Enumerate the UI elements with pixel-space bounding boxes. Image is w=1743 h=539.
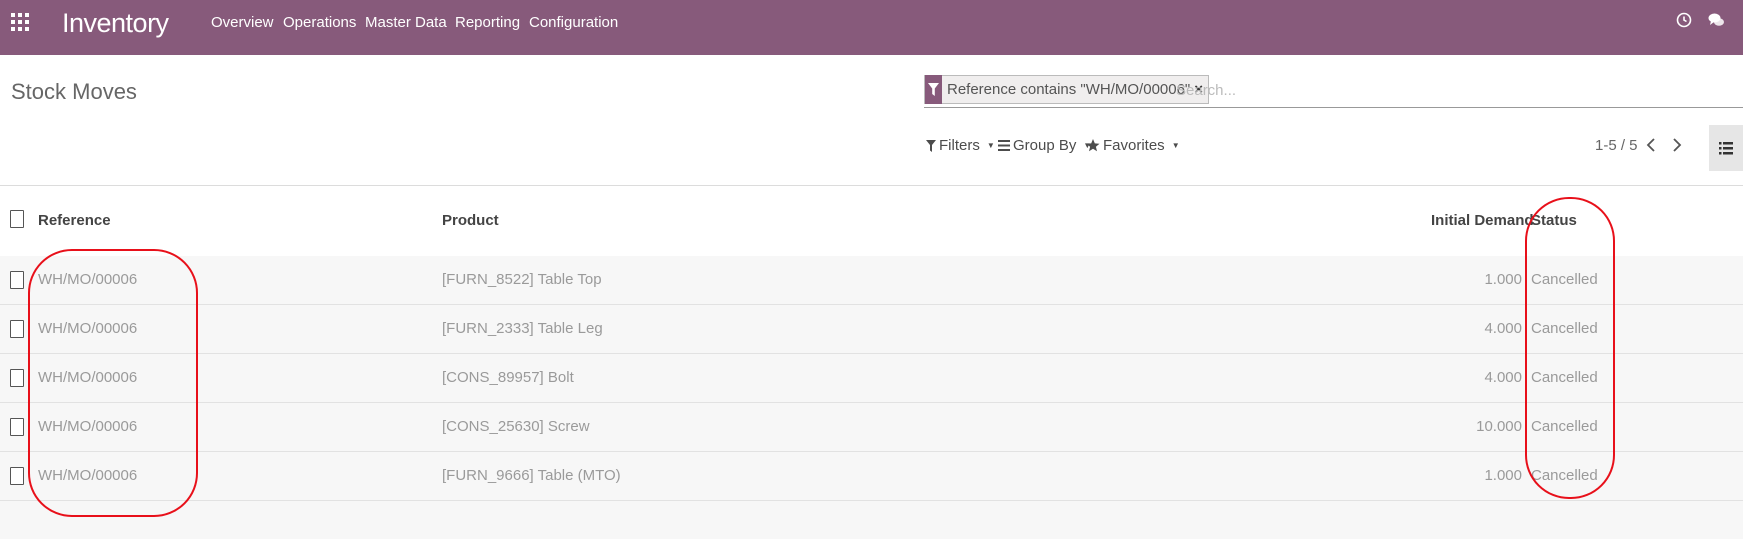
table-row[interactable]: WH/MO/00006 [FURN_8522] Table Top 1.000 … [0,256,1743,305]
product-cell: [CONS_89957] Bolt [442,369,574,386]
star-icon [1086,139,1100,152]
list-bars-icon [998,140,1010,151]
status-cell: Cancelled [1531,369,1598,386]
table-row[interactable]: WH/MO/00006 [CONS_25630] Screw 10.000 Ca… [0,403,1743,452]
favorites-dropdown[interactable]: Favorites ▼ [1086,137,1180,154]
select-all-checkbox[interactable] [10,210,24,228]
initial-demand-cell: 1.000 [1484,467,1522,484]
row-checkbox[interactable] [10,369,24,387]
pager-value[interactable]: 1-5 / 5 [1595,137,1638,154]
table-row[interactable]: WH/MO/00006 [FURN_2333] Table Leg 4.000 … [0,305,1743,354]
chat-icon[interactable] [1707,11,1725,29]
column-header-reference[interactable]: Reference [38,212,111,229]
initial-demand-cell: 10.000 [1476,418,1522,435]
filter-facet-icon [925,75,942,104]
status-cell: Cancelled [1531,418,1598,435]
caret-down-icon: ▼ [986,141,995,150]
column-header-product[interactable]: Product [442,212,499,229]
column-header-initial-demand[interactable]: Initial Demand [1431,212,1534,229]
list-view-button[interactable] [1709,125,1743,171]
initial-demand-cell: 4.000 [1484,369,1522,386]
reference-cell: WH/MO/00006 [38,467,138,484]
table-header: Reference Product Initial Demand Status [0,186,1743,256]
menu-reporting[interactable]: Reporting [455,14,520,31]
clock-icon[interactable] [1675,11,1693,29]
row-checkbox[interactable] [10,418,24,436]
apps-grid-icon[interactable] [11,13,29,31]
page-title: Stock Moves [11,79,137,104]
column-header-status[interactable]: Status [1531,212,1577,229]
row-checkbox[interactable] [10,271,24,289]
stock-moves-table: Reference Product Initial Demand Status … [0,186,1743,501]
filters-dropdown[interactable]: Filters ▼ [926,137,995,154]
reference-cell: WH/MO/00006 [38,418,138,435]
menu-configuration[interactable]: Configuration [529,14,618,31]
reference-cell: WH/MO/00006 [38,369,138,386]
table-row[interactable]: WH/MO/00006 [CONS_89957] Bolt 4.000 Canc… [0,354,1743,403]
menu-operations[interactable]: Operations [283,14,356,31]
group-by-label: Group By [1013,137,1077,154]
table-row[interactable]: WH/MO/00006 [FURN_9666] Table (MTO) 1.00… [0,452,1743,501]
status-cell: Cancelled [1531,320,1598,337]
status-cell: Cancelled [1531,271,1598,288]
search-bar: Reference contains "WH/MO/00006" × [924,74,1743,108]
list-view-icon [1719,141,1733,154]
control-panel: Stock Moves Reference contains "WH/MO/00… [0,55,1743,186]
product-cell: [FURN_8522] Table Top [442,271,602,288]
row-checkbox[interactable] [10,320,24,338]
filters-label: Filters [939,137,980,154]
menu-master-data[interactable]: Master Data [365,14,447,31]
app-title[interactable]: Inventory [62,8,169,39]
menu-overview[interactable]: Overview [211,14,274,31]
initial-demand-cell: 4.000 [1484,320,1522,337]
status-cell: Cancelled [1531,467,1598,484]
product-cell: [FURN_9666] Table (MTO) [442,467,621,484]
favorites-label: Favorites [1103,137,1165,154]
reference-cell: WH/MO/00006 [38,271,138,288]
product-cell: [CONS_25630] Screw [442,418,590,435]
group-by-dropdown[interactable]: Group By ▼ [998,137,1091,154]
search-input[interactable] [1176,79,1676,101]
chevron-right-icon[interactable] [1667,133,1687,157]
facet-label: Reference contains "WH/MO/00006" [947,81,1191,98]
product-cell: [FURN_2333] Table Leg [442,320,603,337]
row-checkbox[interactable] [10,467,24,485]
reference-cell: WH/MO/00006 [38,320,138,337]
caret-down-icon: ▼ [1171,141,1180,150]
filter-icon [926,139,936,152]
search-facet[interactable]: Reference contains "WH/MO/00006" × [924,75,1210,104]
top-navbar: Inventory Overview Operations Master Dat… [0,0,1743,55]
chevron-left-icon[interactable] [1641,133,1661,157]
initial-demand-cell: 1.000 [1484,271,1522,288]
